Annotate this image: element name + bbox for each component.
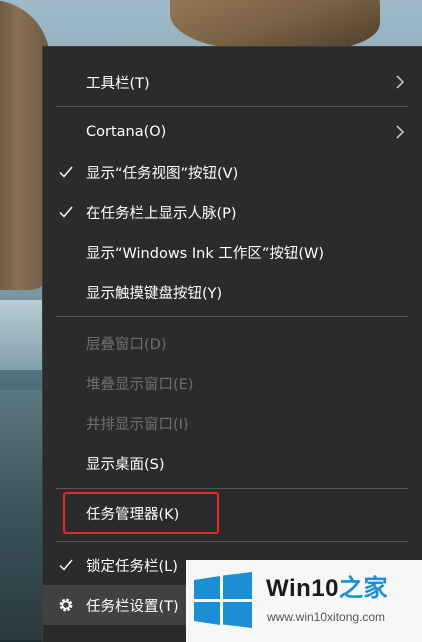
menu-item-show-touch-keyboard[interactable]: 显示触摸键盘按钮(Y)	[43, 272, 422, 312]
menu-item-label: 堆叠显示窗口(E)	[86, 376, 194, 393]
menu-item-label: 工具栏(T)	[86, 75, 150, 92]
highlight-box	[63, 492, 219, 534]
menu-item-label: 任务栏设置(T)	[86, 598, 179, 615]
wallpaper-rock-top	[170, 0, 380, 50]
menu-item-show-windows-ink[interactable]: 显示“Windows Ink 工作区”按钮(W)	[43, 232, 422, 272]
menu-item-label: 显示“任务视图”按钮(V)	[86, 165, 239, 182]
menu-item-label: 显示触摸键盘按钮(Y)	[86, 285, 223, 302]
menu-item-label: 显示“Windows Ink 工作区”按钮(W)	[86, 245, 324, 262]
menu-item-label: 在任务栏上显示人脉(P)	[86, 205, 237, 222]
menu-item-label: 并排显示窗口(I)	[86, 416, 189, 433]
menu-item-show-people[interactable]: 在任务栏上显示人脉(P)	[43, 192, 422, 232]
windows-logo-icon	[194, 572, 252, 628]
checkmark-icon	[59, 166, 73, 178]
menu-item-label: Cortana(O)	[86, 124, 167, 140]
menu-item-side-by-side-windows: 并排显示窗口(I)	[43, 403, 422, 443]
menu-separator	[56, 106, 408, 107]
watermark-title-prefix: Win10	[266, 575, 339, 602]
menu-item-label: 锁定任务栏(L)	[86, 558, 178, 575]
site-watermark: Win10之家 www.win10xitong.com	[186, 560, 422, 642]
chevron-right-icon	[396, 75, 405, 89]
chevron-right-icon	[396, 125, 405, 139]
menu-item-show-task-view[interactable]: 显示“任务视图”按钮(V)	[43, 152, 422, 192]
menu-item-label: 显示桌面(S)	[86, 456, 165, 473]
taskbar-context-menu: 工具栏(T) Cortana(O) 显示“任务视图”按钮(V) 在任务栏上显示人…	[42, 46, 422, 642]
menu-separator	[56, 541, 408, 542]
menu-item-toolbars[interactable]: 工具栏(T)	[43, 62, 422, 102]
gear-icon	[59, 598, 73, 612]
menu-item-cortana[interactable]: Cortana(O)	[43, 112, 422, 152]
menu-item-cascade-windows: 层叠窗口(D)	[43, 323, 422, 363]
watermark-title: Win10之家	[266, 568, 388, 603]
menu-separator	[56, 316, 408, 317]
menu-item-label: 层叠窗口(D)	[86, 336, 167, 353]
watermark-url: www.win10xitong.com	[267, 610, 386, 624]
menu-item-show-desktop[interactable]: 显示桌面(S)	[43, 443, 422, 483]
checkmark-icon	[59, 559, 73, 571]
watermark-title-suffix: 之家	[338, 575, 388, 602]
menu-item-stack-windows: 堆叠显示窗口(E)	[43, 363, 422, 403]
menu-separator	[56, 488, 408, 489]
checkmark-icon	[59, 206, 73, 218]
